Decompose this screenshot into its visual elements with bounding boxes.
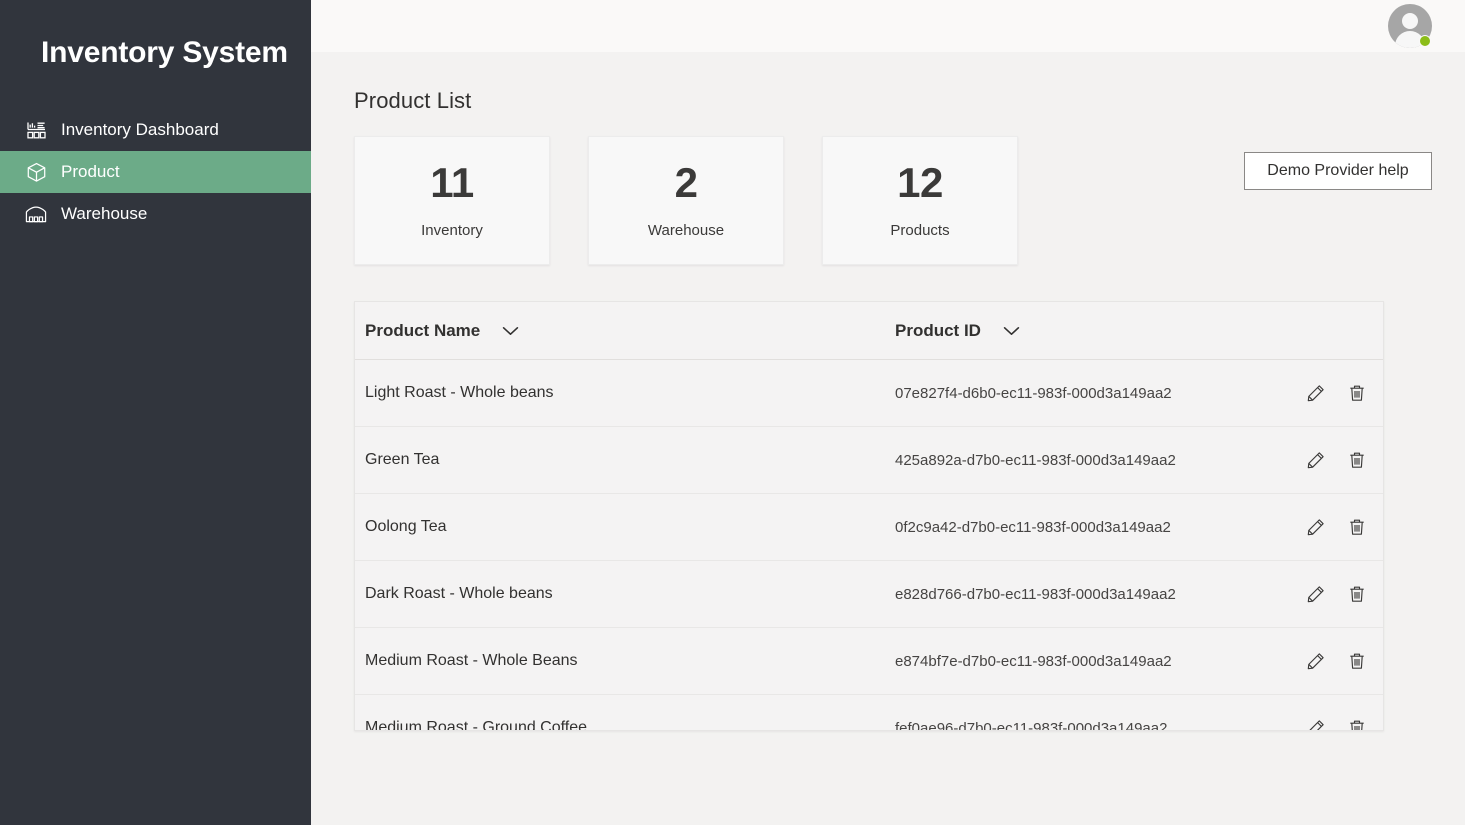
demo-provider-help-button[interactable]: Demo Provider help <box>1244 152 1432 190</box>
cell-product-id: 07e827f4-d6b0-ec11-983f-000d3a149aa2 <box>895 385 1295 402</box>
cell-product-name: Dark Roast - Whole beans <box>355 585 895 603</box>
table-row[interactable]: Green Tea 425a892a-d7b0-ec11-983f-000d3a… <box>355 427 1383 494</box>
row-actions <box>1295 650 1383 672</box>
cell-product-name: Green Tea <box>355 451 895 469</box>
top-bar <box>311 0 1465 52</box>
pencil-icon[interactable] <box>1305 717 1327 731</box>
content-region: Product List Demo Provider help 11 Inven… <box>311 88 1465 731</box>
row-actions <box>1295 583 1383 605</box>
table-row[interactable]: Oolong Tea 0f2c9a42-d7b0-ec11-983f-000d3… <box>355 494 1383 561</box>
row-actions <box>1295 516 1383 538</box>
stat-card-products[interactable]: 12 Products <box>822 136 1018 265</box>
sidebar-item-warehouse[interactable]: Warehouse <box>0 193 311 235</box>
trash-icon[interactable] <box>1346 717 1368 731</box>
trash-icon[interactable] <box>1346 650 1368 672</box>
package-box-icon <box>22 160 50 184</box>
stat-label: Inventory <box>421 222 483 239</box>
page-title: Product List <box>354 88 1465 114</box>
avatar-head-shape <box>1402 13 1418 29</box>
row-actions <box>1295 717 1383 731</box>
table-row[interactable]: Light Roast - Whole beans 07e827f4-d6b0-… <box>355 360 1383 427</box>
stat-value: 2 <box>675 162 698 204</box>
table-row[interactable]: Dark Roast - Whole beans e828d766-d7b0-e… <box>355 561 1383 628</box>
main-area: Product List Demo Provider help 11 Inven… <box>311 0 1465 825</box>
app-brand-title: Inventory System <box>0 0 311 70</box>
table-row[interactable]: Medium Roast - Whole Beans e874bf7e-d7b0… <box>355 628 1383 695</box>
stat-card-inventory[interactable]: 11 Inventory <box>354 136 550 265</box>
table-rows-scroll-area[interactable]: Light Roast - Whole beans 07e827f4-d6b0-… <box>355 360 1383 731</box>
column-header-label: Product ID <box>895 321 981 341</box>
column-header-product-id[interactable]: Product ID <box>895 321 1295 341</box>
cell-product-id: e828d766-d7b0-ec11-983f-000d3a149aa2 <box>895 586 1295 603</box>
column-header-product-name[interactable]: Product Name <box>355 321 895 341</box>
stat-value: 11 <box>430 162 473 204</box>
pencil-icon[interactable] <box>1305 449 1327 471</box>
product-table: Product Name Product ID <box>354 301 1384 731</box>
trash-icon[interactable] <box>1346 583 1368 605</box>
warehouse-icon <box>22 202 50 226</box>
chevron-down-icon[interactable] <box>1003 326 1020 336</box>
trash-icon[interactable] <box>1346 382 1368 404</box>
stat-label: Products <box>890 222 949 239</box>
sidebar-item-label: Warehouse <box>61 204 147 224</box>
stat-label: Warehouse <box>648 222 724 239</box>
chevron-down-icon[interactable] <box>502 326 519 336</box>
dashboard-chart-icon <box>22 118 50 142</box>
sidebar-item-product[interactable]: Product <box>0 151 311 193</box>
pencil-icon[interactable] <box>1305 583 1327 605</box>
presence-status-dot <box>1419 35 1431 47</box>
cell-product-id: 425a892a-d7b0-ec11-983f-000d3a149aa2 <box>895 452 1295 469</box>
cell-product-id: 0f2c9a42-d7b0-ec11-983f-000d3a149aa2 <box>895 519 1295 536</box>
cell-product-name: Light Roast - Whole beans <box>355 384 895 402</box>
sidebar-item-label: Product <box>61 162 120 182</box>
sidebar-item-label: Inventory Dashboard <box>61 120 219 140</box>
cell-product-name: Medium Roast - Whole Beans <box>355 652 895 670</box>
avatar[interactable] <box>1388 4 1432 48</box>
trash-icon[interactable] <box>1346 516 1368 538</box>
pencil-icon[interactable] <box>1305 650 1327 672</box>
cell-product-name: Medium Roast - Ground Coffee <box>355 719 895 731</box>
pencil-icon[interactable] <box>1305 382 1327 404</box>
sidebar-item-inventory-dashboard[interactable]: Inventory Dashboard <box>0 109 311 151</box>
app-root: Inventory System Inventory Dashboard <box>0 0 1465 825</box>
cell-product-id: fef0ae96-d7b0-ec11-983f-000d3a149aa2 <box>895 720 1295 732</box>
trash-icon[interactable] <box>1346 449 1368 471</box>
sidebar-nav: Inventory Dashboard Product <box>0 109 311 235</box>
table-row[interactable]: Medium Roast - Ground Coffee fef0ae96-d7… <box>355 695 1383 731</box>
pencil-icon[interactable] <box>1305 516 1327 538</box>
stat-card-warehouse[interactable]: 2 Warehouse <box>588 136 784 265</box>
table-header-row: Product Name Product ID <box>355 302 1383 360</box>
stat-value: 12 <box>897 162 943 204</box>
cell-product-name: Oolong Tea <box>355 518 895 536</box>
row-actions <box>1295 449 1383 471</box>
column-header-label: Product Name <box>365 321 480 341</box>
cell-product-id: e874bf7e-d7b0-ec11-983f-000d3a149aa2 <box>895 653 1295 670</box>
row-actions <box>1295 382 1383 404</box>
sidebar: Inventory System Inventory Dashboard <box>0 0 311 825</box>
